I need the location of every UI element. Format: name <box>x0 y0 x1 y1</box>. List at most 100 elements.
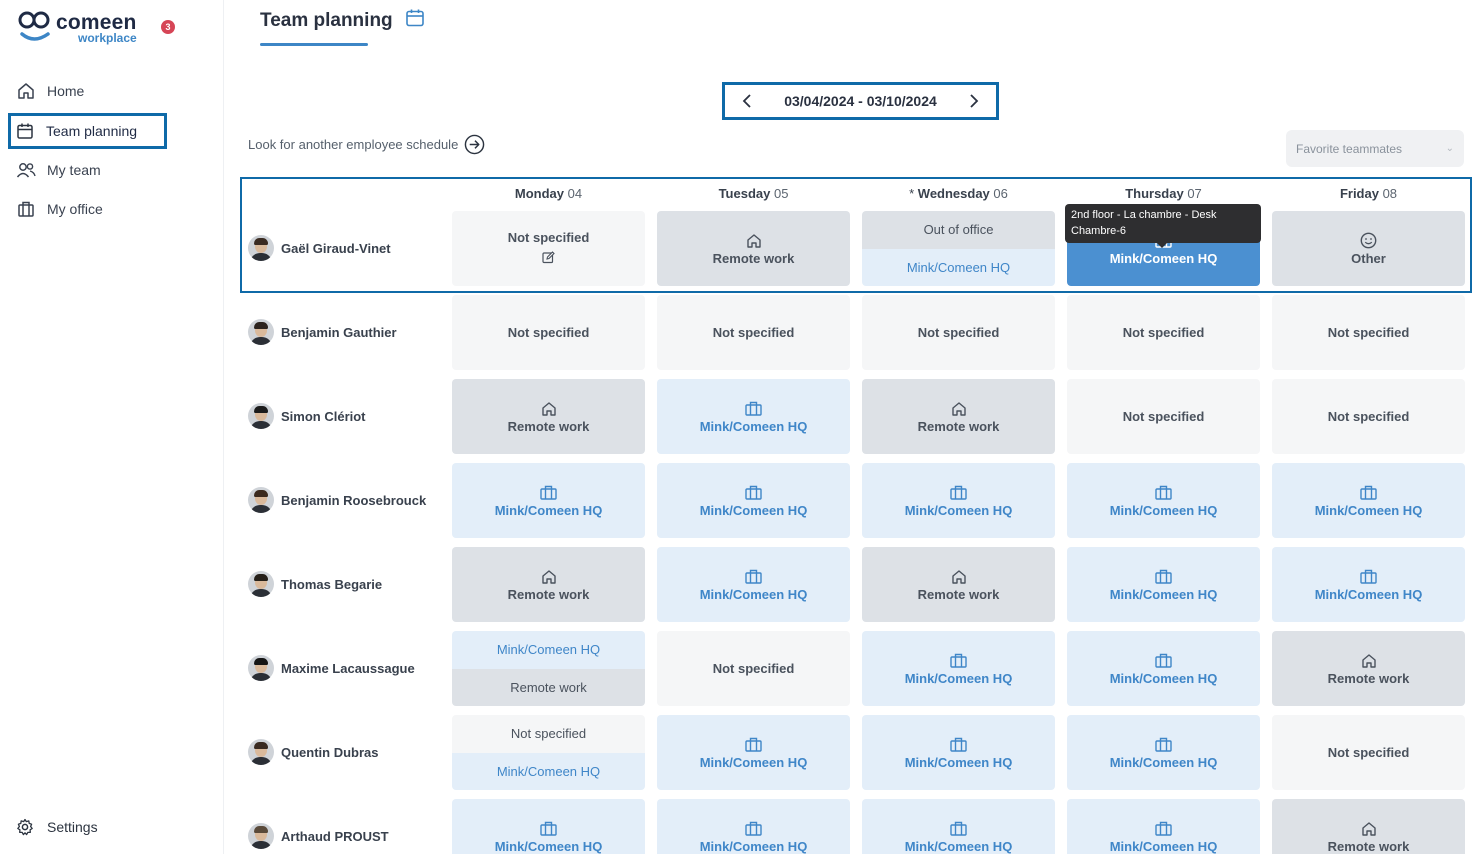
calendar-icon[interactable] <box>405 8 425 33</box>
cell-label: Not specified <box>1327 409 1410 424</box>
planning-cell-remote-work[interactable]: Remote work <box>862 379 1055 454</box>
cell-label: Not specified <box>510 726 587 742</box>
employee-name: Benjamin Roosebrouck <box>281 492 427 508</box>
planning-cell-other[interactable]: Other <box>1272 211 1465 286</box>
planning-cell-office[interactable]: Mink/Comeen HQ <box>657 379 850 454</box>
planning-cell-remote-work[interactable]: Remote work <box>452 379 645 454</box>
employee-name-row[interactable]: Maxime Lacaussague <box>248 654 415 682</box>
briefcase-icon <box>745 400 762 418</box>
planning-cell-not-specified[interactable]: Not specified <box>1272 715 1465 790</box>
cell-label: Remote work <box>1327 670 1410 686</box>
home-icon <box>1361 652 1377 670</box>
arrow-right-circle-icon[interactable] <box>464 134 485 155</box>
planning-cell-office[interactable]: Mink/Comeen HQ <box>862 715 1055 790</box>
employee-name-row[interactable]: Simon Clériot <box>248 402 366 430</box>
planning-cell-split[interactable]: Out of office Mink/Comeen HQ <box>862 211 1055 286</box>
week-date-range: 03/04/2024 - 03/10/2024 <box>784 93 937 109</box>
employee-name: Quentin Dubras <box>281 744 379 760</box>
nav-item-my-team[interactable]: My team <box>10 153 166 187</box>
planning-cell-not-specified[interactable]: Not specified <box>1067 295 1260 370</box>
employee-name: Gaël Giraud-Vinet <box>281 240 391 256</box>
briefcase-icon <box>745 568 762 586</box>
planning-cell-split[interactable]: Mink/Comeen HQ Remote work <box>452 631 645 706</box>
nav-item-label: My office <box>47 201 103 217</box>
employee-lookup-label: Look for another employee schedule <box>248 137 459 152</box>
employee-name-row[interactable]: Arthaud PROUST <box>248 822 389 850</box>
planning-cell-office[interactable]: Mink/Comeen HQ <box>1067 631 1260 706</box>
brand-subtitle: workplace <box>78 31 137 45</box>
calendar-icon <box>15 121 35 141</box>
planning-cell-office[interactable]: Mink/Comeen HQ <box>862 799 1055 854</box>
briefcase-icon <box>950 736 967 754</box>
cell-label: Mink/Comeen HQ <box>699 754 808 770</box>
planning-cell-remote-work[interactable]: Remote work <box>1272 799 1465 854</box>
employee-name-row[interactable]: Gaël Giraud-Vinet <box>248 234 391 262</box>
previous-week-button[interactable] <box>739 94 755 108</box>
planning-cell-office[interactable]: Mink/Comeen HQ <box>1272 547 1465 622</box>
nav-item-settings[interactable]: Settings <box>16 818 98 836</box>
planning-cell-office[interactable]: Mink/Comeen HQ <box>1067 547 1260 622</box>
planning-cell-office[interactable]: Mink/Comeen HQ <box>862 631 1055 706</box>
cell-label: Mink/Comeen HQ <box>1109 502 1218 518</box>
nav-item-team-planning[interactable]: Team planning <box>8 113 167 149</box>
favorite-teammates-select[interactable]: Favorite teammates ⌄ <box>1286 130 1464 167</box>
planning-cell-remote-work[interactable]: Remote work <box>657 211 850 286</box>
employee-name-row[interactable]: Benjamin Roosebrouck <box>248 486 426 514</box>
planning-cell-office[interactable]: Mink/Comeen HQ <box>1272 463 1465 538</box>
planning-cell-office[interactable]: Mink/Comeen HQ <box>452 799 645 854</box>
briefcase-icon <box>1155 736 1172 754</box>
planning-cell-half: Out of office <box>862 211 1055 249</box>
next-week-button[interactable] <box>966 94 982 108</box>
employee-name-row[interactable]: Benjamin Gauthier <box>248 318 397 346</box>
employee-name-row[interactable]: Thomas Begarie <box>248 570 382 598</box>
avatar <box>248 655 274 681</box>
notification-badge[interactable]: 3 <box>161 20 175 34</box>
briefcase-icon <box>1155 652 1172 670</box>
planning-cell-office[interactable]: Mink/Comeen HQ <box>657 799 850 854</box>
employee-lookup-link[interactable]: Look for another employee schedule <box>248 134 485 155</box>
cell-label: Remote work <box>917 418 1000 434</box>
planning-cell-half: Mink/Comeen HQ <box>862 248 1055 286</box>
planning-cell-not-specified[interactable]: Not specified <box>657 631 850 706</box>
cell-label: Mink/Comeen HQ <box>1314 502 1423 518</box>
planning-cell-not-specified[interactable]: Not specified <box>452 295 645 370</box>
planning-cell-office[interactable]: Mink/Comeen HQ <box>1067 799 1260 854</box>
gear-icon <box>16 818 36 836</box>
avatar-body <box>250 505 272 513</box>
cell-label: Mink/Comeen HQ <box>1109 586 1218 602</box>
building-icon <box>16 199 36 219</box>
chevron-right-icon <box>970 94 979 108</box>
planning-cell-office[interactable]: Mink/Comeen HQ <box>862 463 1055 538</box>
avatar <box>248 319 274 345</box>
planning-cell-remote-work[interactable]: Remote work <box>1272 631 1465 706</box>
cell-label: Remote work <box>917 586 1000 602</box>
cell-label: Remote work <box>1327 838 1410 854</box>
planning-cell-split[interactable]: Not specified Mink/Comeen HQ <box>452 715 645 790</box>
planning-cell-office[interactable]: Mink/Comeen HQ <box>1067 715 1260 790</box>
avatar <box>248 739 274 765</box>
planning-cell-remote-work[interactable]: Remote work <box>862 547 1055 622</box>
planning-cell-not-specified[interactable]: Not specified <box>452 211 645 286</box>
nav-item-my-office[interactable]: My office <box>10 192 166 226</box>
nav-item-home[interactable]: Home <box>10 74 166 108</box>
avatar-hair <box>254 490 268 497</box>
cell-label: Mink/Comeen HQ <box>494 502 603 518</box>
cell-label: Not specified <box>1122 409 1205 424</box>
employee-name-row[interactable]: Quentin Dubras <box>248 738 379 766</box>
page-title: Team planning <box>260 10 393 31</box>
planning-cell-not-specified[interactable]: Not specified <box>862 295 1055 370</box>
planning-cell-office[interactable]: Mink/Comeen HQ <box>657 547 850 622</box>
planning-cell-remote-work[interactable]: Remote work <box>452 547 645 622</box>
planning-cell-not-specified[interactable]: Not specified <box>1272 379 1465 454</box>
planning-cell-office[interactable]: Mink/Comeen HQ <box>657 463 850 538</box>
cell-label: Mink/Comeen HQ <box>496 763 601 779</box>
week-navigator: 03/04/2024 - 03/10/2024 <box>722 82 999 120</box>
planning-cell-office[interactable]: Mink/Comeen HQ <box>452 463 645 538</box>
planning-cell-office[interactable]: Mink/Comeen HQ <box>1067 463 1260 538</box>
cell-label: Mink/Comeen HQ <box>1109 670 1218 686</box>
planning-cell-office[interactable]: Mink/Comeen HQ <box>657 715 850 790</box>
briefcase-icon <box>745 736 762 754</box>
planning-cell-not-specified[interactable]: Not specified <box>657 295 850 370</box>
planning-cell-not-specified[interactable]: Not specified <box>1272 295 1465 370</box>
planning-cell-not-specified[interactable]: Not specified <box>1067 379 1260 454</box>
